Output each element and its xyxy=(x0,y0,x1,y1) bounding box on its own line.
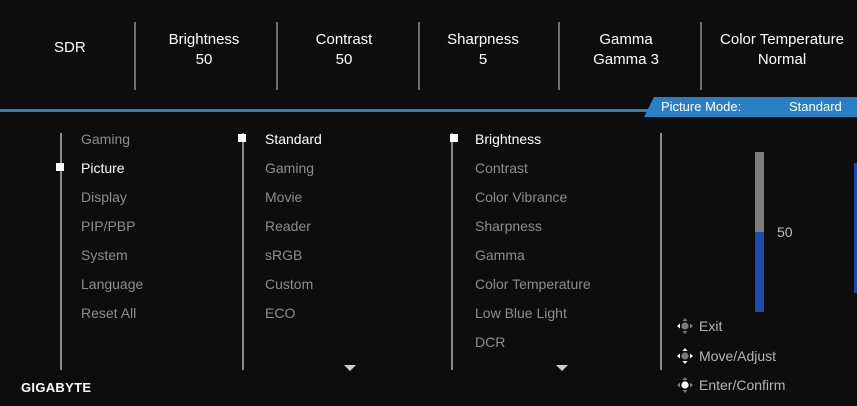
main-menu-selection-marker xyxy=(56,163,64,171)
menu-item-picture[interactable]: Picture xyxy=(81,159,125,177)
gigabyte-logo: GIGABYTE xyxy=(21,380,92,395)
setting-low-blue-light[interactable]: Low Blue Light xyxy=(475,304,567,322)
status-divider xyxy=(700,22,702,90)
brightness-slider-fill xyxy=(755,232,764,312)
menu-item-reset-all[interactable]: Reset All xyxy=(81,304,136,322)
hint-move-adjust-label: Move/Adjust xyxy=(699,348,777,364)
status-brightness-value: 50 xyxy=(195,51,213,68)
column-line-settings xyxy=(451,133,453,370)
column-line-value xyxy=(660,133,662,370)
brightness-slider[interactable] xyxy=(755,152,764,312)
status-divider xyxy=(134,22,136,90)
column-line-modes xyxy=(242,133,244,370)
setting-gamma[interactable]: Gamma xyxy=(475,246,525,264)
hint-move-adjust: Move/Adjust xyxy=(676,347,776,365)
picture-mode-standard[interactable]: Standard xyxy=(265,130,322,148)
status-color-temperature-value: Normal xyxy=(757,51,807,68)
joystick-left-icon xyxy=(677,318,693,334)
hint-enter-confirm-label: Enter/Confirm xyxy=(699,377,786,393)
picture-mode-gaming[interactable]: Gaming xyxy=(265,159,314,177)
status-bar: SDR Brightness 50 Contrast 50 Sharpness … xyxy=(0,0,857,104)
hint-exit-label: Exit xyxy=(699,318,723,334)
status-sharpness-label: Sharpness xyxy=(447,31,519,48)
status-gamma: Gamma Gamma 3 xyxy=(580,30,672,70)
menu-item-pip-pbp[interactable]: PIP/PBP xyxy=(81,217,135,235)
status-hdr-mode: SDR xyxy=(54,38,86,58)
picture-mode-label: Picture Mode: xyxy=(661,99,742,114)
scroll-down-arrow-icon[interactable] xyxy=(344,365,356,371)
setting-contrast[interactable]: Contrast xyxy=(475,159,528,177)
joystick-press-icon xyxy=(677,377,693,393)
setting-color-vibrance[interactable]: Color Vibrance xyxy=(475,188,567,206)
osd-panel: SDR Brightness 50 Contrast 50 Sharpness … xyxy=(0,0,857,406)
joystick-all-directions-icon xyxy=(677,348,693,364)
menu-item-system[interactable]: System xyxy=(81,246,128,264)
setting-color-temperature[interactable]: Color Temperature xyxy=(475,275,591,293)
picture-mode-srgb[interactable]: sRGB xyxy=(265,246,302,264)
settings-selection-marker xyxy=(450,134,458,142)
status-brightness: Brightness 50 xyxy=(160,30,248,70)
menu-item-gaming[interactable]: Gaming xyxy=(81,130,130,148)
status-hdr-mode-value: SDR xyxy=(54,39,86,56)
status-gamma-label: Gamma xyxy=(599,31,653,48)
scroll-down-arrow-icon[interactable] xyxy=(556,365,568,371)
status-contrast-label: Contrast xyxy=(315,31,373,48)
status-sharpness-value: 5 xyxy=(478,51,488,68)
status-gamma-value: Gamma 3 xyxy=(593,51,659,68)
status-contrast-value: 50 xyxy=(335,51,353,68)
status-contrast: Contrast 50 xyxy=(300,30,388,70)
picture-mode-value: Standard xyxy=(789,99,842,114)
menu-item-display[interactable]: Display xyxy=(81,188,127,206)
menu-item-language[interactable]: Language xyxy=(81,275,143,293)
picture-mode-eco[interactable]: ECO xyxy=(265,304,295,322)
status-brightness-label: Brightness xyxy=(168,31,240,48)
setting-sharpness[interactable]: Sharpness xyxy=(475,217,542,235)
status-divider xyxy=(558,22,560,90)
picture-mode-movie[interactable]: Movie xyxy=(265,188,302,206)
status-color-temperature: Color Temperature Normal xyxy=(714,30,850,70)
status-divider xyxy=(418,22,420,90)
picture-mode-custom[interactable]: Custom xyxy=(265,275,313,293)
hint-enter-confirm: Enter/Confirm xyxy=(676,376,785,394)
status-sharpness: Sharpness 5 xyxy=(440,30,526,70)
status-divider xyxy=(276,22,278,90)
status-color-temperature-label: Color Temperature xyxy=(720,31,844,48)
setting-dcr[interactable]: DCR xyxy=(475,333,505,351)
hint-exit: Exit xyxy=(676,317,722,335)
picture-mode-selection-marker xyxy=(238,134,246,142)
picture-mode-reader[interactable]: Reader xyxy=(265,217,311,235)
setting-brightness[interactable]: Brightness xyxy=(475,130,541,148)
brightness-slider-value: 50 xyxy=(777,224,793,240)
